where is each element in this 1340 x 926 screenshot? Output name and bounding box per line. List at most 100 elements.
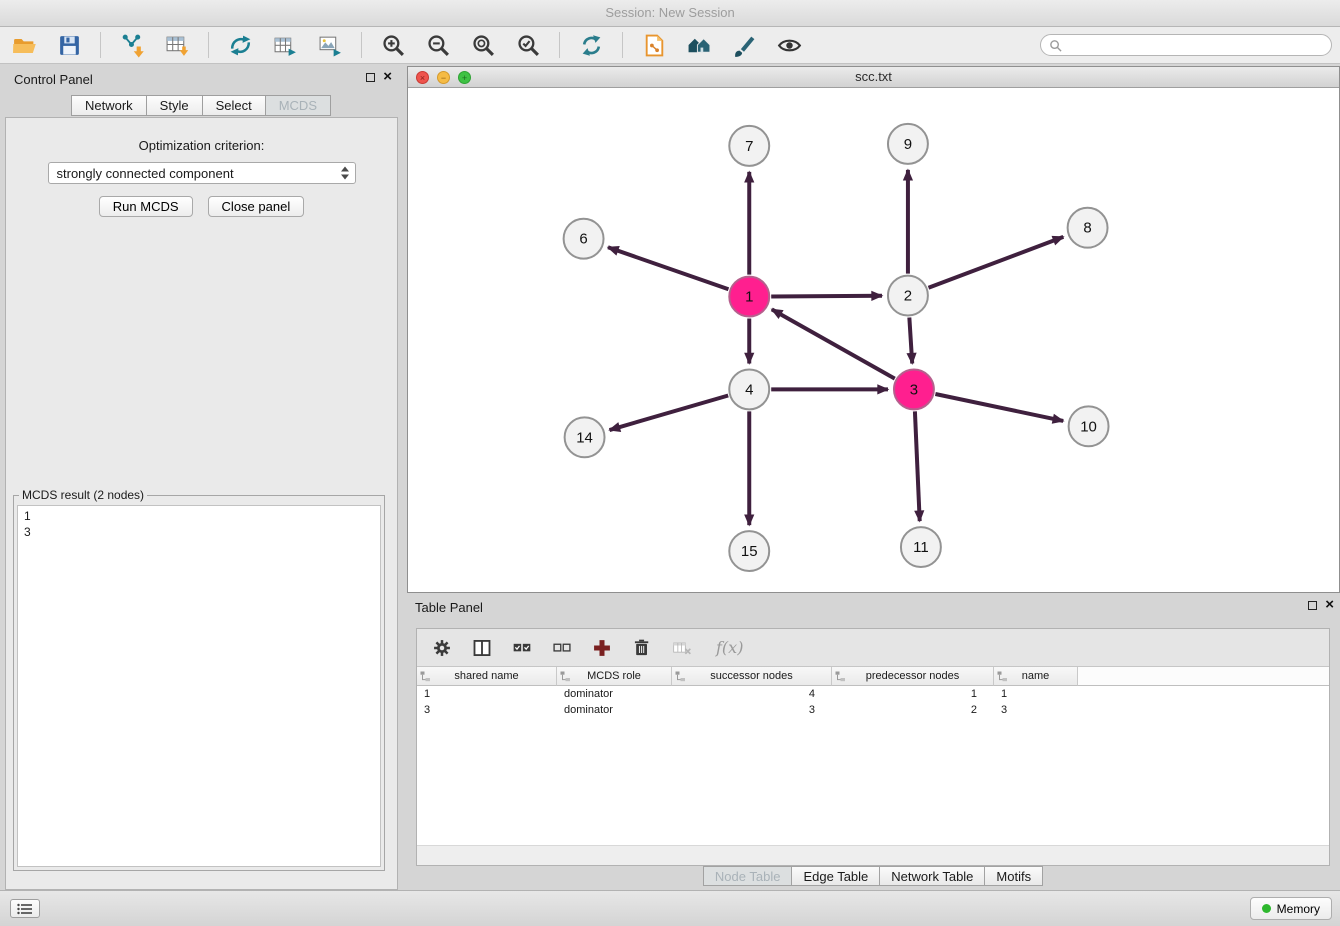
- export-table-icon: [273, 33, 298, 58]
- cell-name[interactable]: 1: [994, 686, 1078, 702]
- column-header-shared-name[interactable]: shared name: [417, 667, 557, 686]
- zoom-fit-button[interactable]: [469, 31, 497, 59]
- cell-shared-name[interactable]: 3: [417, 702, 557, 718]
- close-panel-button[interactable]: Close panel: [208, 196, 305, 217]
- tab-node-table[interactable]: Node Table: [703, 866, 793, 886]
- edge-4-14[interactable]: [610, 395, 729, 430]
- plus-icon: [592, 638, 612, 658]
- node-11[interactable]: 11: [901, 527, 941, 567]
- deselect-all-button[interactable]: [550, 636, 574, 660]
- tab-edge-table[interactable]: Edge Table: [791, 866, 880, 886]
- zoom-selected-button[interactable]: [514, 31, 542, 59]
- function-builder-button[interactable]: f(x): [710, 637, 749, 658]
- column-header-name[interactable]: name: [994, 667, 1078, 686]
- edge-3-10[interactable]: [935, 394, 1063, 421]
- zoom-in-button[interactable]: [379, 31, 407, 59]
- cell-successor-nodes[interactable]: 4: [672, 686, 832, 702]
- import-table-button[interactable]: [163, 31, 191, 59]
- search-box[interactable]: [1040, 34, 1332, 56]
- column-header-mcds-role[interactable]: MCDS role: [557, 667, 672, 686]
- node-label: 7: [745, 138, 753, 155]
- cell-shared-name[interactable]: 1: [417, 686, 557, 702]
- open-file-button[interactable]: [10, 31, 38, 59]
- mcds-result-group: MCDS result (2 nodes) 1 3: [13, 488, 385, 871]
- table-panel-tabs: Node Table Edge Table Network Table Moti…: [407, 866, 1340, 887]
- criterion-dropdown[interactable]: strongly connected component: [48, 162, 356, 184]
- edge-3-11[interactable]: [915, 411, 920, 521]
- cell-mcds-role[interactable]: dominator: [557, 702, 672, 718]
- home-button[interactable]: [685, 31, 713, 59]
- deselect-all-icon: [552, 638, 572, 658]
- zoom-out-button[interactable]: [424, 31, 452, 59]
- save-session-button[interactable]: [55, 31, 83, 59]
- export-image-button[interactable]: [316, 31, 344, 59]
- delete-table-button[interactable]: [670, 636, 694, 660]
- close-table-panel-icon[interactable]: ×: [1325, 599, 1334, 611]
- edge-1-6[interactable]: [608, 247, 728, 289]
- tab-motifs[interactable]: Motifs: [984, 866, 1043, 886]
- float-panel-icon[interactable]: [366, 73, 375, 82]
- mcds-result-list[interactable]: 1 3: [17, 505, 381, 867]
- table-scrollbar-track[interactable]: [417, 845, 1329, 865]
- column-header-successor-nodes[interactable]: successor nodes: [672, 667, 832, 686]
- apply-layout-button[interactable]: [577, 31, 605, 59]
- column-header-predecessor-nodes[interactable]: predecessor nodes: [832, 667, 994, 686]
- select-all-button[interactable]: [510, 636, 534, 660]
- window-minimize-button[interactable]: −: [437, 71, 450, 84]
- eye-icon: [777, 33, 802, 58]
- mcds-result-legend: MCDS result (2 nodes): [19, 488, 147, 502]
- node-3[interactable]: 3: [894, 369, 934, 409]
- tab-style[interactable]: Style: [146, 95, 203, 116]
- cell-name[interactable]: 3: [994, 702, 1078, 718]
- import-network-button[interactable]: [118, 31, 146, 59]
- add-column-button[interactable]: [590, 636, 614, 660]
- show-columns-button[interactable]: [470, 636, 494, 660]
- import-table-icon: [165, 33, 190, 58]
- cell-mcds-role[interactable]: dominator: [557, 686, 672, 702]
- clone-network-button[interactable]: [640, 31, 668, 59]
- table-settings-button[interactable]: [430, 636, 454, 660]
- delete-column-button[interactable]: [630, 636, 654, 660]
- cell-predecessor-nodes[interactable]: 2: [832, 702, 994, 718]
- edge-1-2[interactable]: [771, 296, 882, 297]
- edge-2-3[interactable]: [909, 318, 912, 364]
- node-14[interactable]: 14: [565, 417, 605, 457]
- edge-2-8[interactable]: [928, 237, 1063, 288]
- node-15[interactable]: 15: [729, 531, 769, 571]
- tab-network-table[interactable]: Network Table: [879, 866, 985, 886]
- run-mcds-button[interactable]: Run MCDS: [99, 196, 193, 217]
- node-8[interactable]: 8: [1068, 208, 1108, 248]
- refresh-icon: [579, 33, 604, 58]
- memory-button[interactable]: Memory: [1250, 897, 1332, 920]
- float-table-panel-icon[interactable]: [1308, 601, 1317, 610]
- show-hide-button[interactable]: [775, 31, 803, 59]
- window-close-button[interactable]: ×: [416, 71, 429, 84]
- gear-icon: [432, 638, 452, 658]
- window-zoom-button[interactable]: +: [458, 71, 471, 84]
- table-row[interactable]: 1 dominator 4 1 1: [417, 686, 1329, 702]
- search-input[interactable]: [1066, 37, 1323, 53]
- cell-predecessor-nodes[interactable]: 1: [832, 686, 994, 702]
- table-row[interactable]: 3 dominator 3 2 3: [417, 702, 1329, 718]
- node-10[interactable]: 10: [1069, 406, 1109, 446]
- node-6[interactable]: 6: [564, 219, 604, 259]
- new-network-button[interactable]: [226, 31, 254, 59]
- cell-successor-nodes[interactable]: 3: [672, 702, 832, 718]
- tab-network[interactable]: Network: [71, 95, 147, 116]
- export-table-button[interactable]: [271, 31, 299, 59]
- tab-mcds[interactable]: MCDS: [265, 95, 331, 116]
- task-history-button[interactable]: [10, 899, 40, 918]
- node-9[interactable]: 9: [888, 124, 928, 164]
- node-1[interactable]: 1: [729, 277, 769, 317]
- apply-style-button[interactable]: [730, 31, 758, 59]
- tab-select[interactable]: Select: [202, 95, 266, 116]
- node-2[interactable]: 2: [888, 276, 928, 316]
- toolbar-separator: [622, 32, 623, 58]
- edge-3-1[interactable]: [772, 309, 895, 378]
- network-window-titlebar[interactable]: × − + scc.txt: [408, 67, 1339, 88]
- node-4[interactable]: 4: [729, 369, 769, 409]
- network-canvas[interactable]: 1 2 3 4 6 7 8 9 10 11 14 15: [408, 88, 1339, 592]
- node-7[interactable]: 7: [729, 126, 769, 166]
- close-panel-icon[interactable]: ×: [383, 71, 392, 83]
- network-graph[interactable]: 1 2 3 4 6 7 8 9 10 11 14 15: [408, 88, 1339, 592]
